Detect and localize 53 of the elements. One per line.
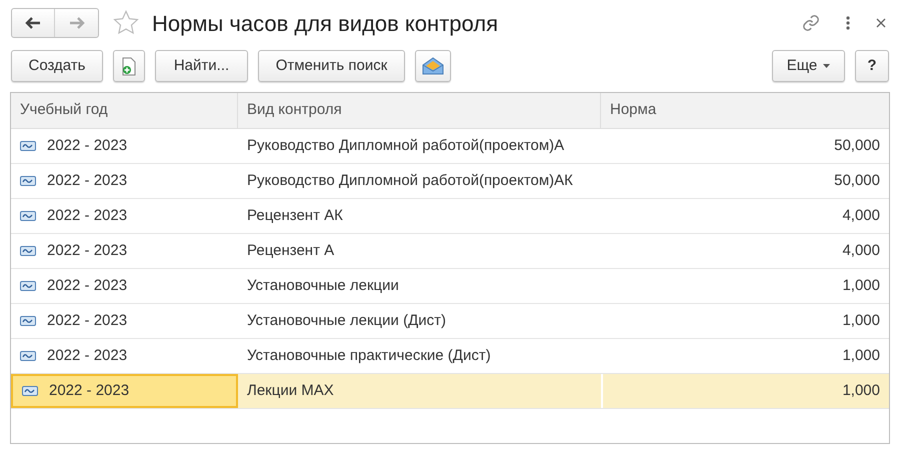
record-icon — [20, 316, 36, 326]
year-text: 2022 - 2023 — [47, 136, 128, 156]
table-cell-text: Рецензент А — [246, 240, 336, 261]
year-text: 2022 - 2023 — [47, 240, 128, 261]
table-cell-text: Руководство Дипломной работой(проектом)АК — [246, 170, 574, 191]
more-button[interactable]: Еще — [772, 50, 845, 82]
table-cell-text: 4,000 — [841, 240, 881, 261]
record-icon — [20, 351, 36, 361]
caret-icon — [823, 64, 830, 68]
star-icon[interactable] — [112, 9, 140, 37]
table-row[interactable]: 2022 - 2023 Лекции MAX 1,000 — [11, 374, 889, 409]
close-icon[interactable] — [876, 18, 886, 28]
table-cell-text: Лекции MAX — [246, 380, 335, 401]
find-button[interactable]: Найти... — [155, 50, 248, 82]
table-cell-text: Установочные лекции — [246, 276, 400, 296]
record-icon — [20, 176, 36, 186]
record-icon — [22, 386, 38, 396]
year-text: 2022 - 2023 — [47, 276, 128, 296]
record-icon — [20, 246, 36, 256]
link-icon[interactable] — [802, 14, 820, 32]
table-cell-text: 1,000 — [841, 276, 881, 296]
envelope-icon — [422, 57, 444, 75]
table-cell-text: 50,000 — [833, 136, 881, 156]
window-title: Нормы часов для видов контроля — [152, 10, 498, 38]
document-plus-icon — [121, 56, 137, 76]
year-text: 2022 - 2023 — [47, 206, 128, 226]
table-cell-text: Установочные лекции (Дист) — [246, 310, 447, 331]
table-cell-text: 4,000 — [841, 206, 881, 226]
year-text: 2022 - 2023 — [47, 346, 128, 366]
table-cell-text: Руководство Дипломной работой(проектом)А — [246, 136, 566, 156]
table-cell-text: Установочные практические (Дист) — [246, 346, 492, 366]
table-cell-text: Рецензент АК — [246, 206, 344, 226]
left-arrow-icon — [25, 17, 41, 29]
column-header[interactable]: Вид контроля — [238, 93, 601, 128]
year-text: 2022 - 2023 — [47, 310, 128, 331]
mail-button[interactable] — [415, 50, 451, 82]
help-button[interactable]: ? — [855, 50, 889, 82]
column-header[interactable]: Норма — [601, 93, 889, 128]
add-document-button[interactable] — [113, 50, 145, 82]
year-text: 2022 - 2023 — [47, 170, 128, 191]
more-options-icon[interactable] — [846, 16, 850, 30]
table-cell-text: 1,000 — [841, 310, 881, 331]
table-cell-text: 1,000 — [841, 346, 881, 366]
record-icon — [20, 141, 36, 151]
column-header[interactable]: Учебный год — [11, 93, 238, 128]
table-cell: 1,000 — [601, 374, 889, 408]
right-arrow-icon — [68, 17, 84, 29]
table-cell-text: 50,000 — [833, 170, 881, 191]
create-button[interactable]: Создать — [11, 50, 103, 82]
record-icon — [20, 281, 36, 291]
year-text: 2022 - 2023 — [49, 380, 130, 401]
record-icon — [20, 211, 36, 221]
cancel-search-button[interactable]: Отменить поиск — [258, 50, 405, 82]
